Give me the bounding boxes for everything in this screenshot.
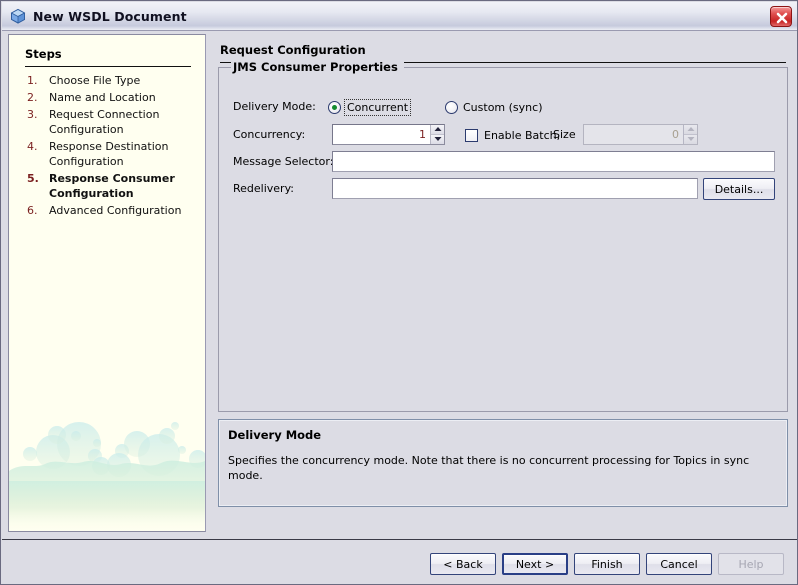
radio-concurrent-label: Concurrent xyxy=(343,98,412,116)
next-button[interactable]: Next > xyxy=(502,553,568,575)
redelivery-row: Redelivery: Details... xyxy=(219,178,787,200)
decorative-bubbles xyxy=(9,422,205,531)
sidebar-step-4[interactable]: 4. Response Destination Configuration xyxy=(23,139,203,169)
description-title: Delivery Mode xyxy=(228,428,322,442)
group-title: JMS Consumer Properties xyxy=(231,60,404,74)
back-button[interactable]: < Back xyxy=(430,553,496,575)
delivery-mode-row: Delivery Mode: Concurrent Custom (sync) xyxy=(219,96,787,118)
help-button: Help xyxy=(718,553,784,575)
description-panel: Delivery Mode Specifies the concurrency … xyxy=(218,419,788,507)
cancel-button[interactable]: Cancel xyxy=(646,553,712,575)
dialog-content: Steps 1. Choose File Type 2. Name and Lo… xyxy=(2,31,797,584)
sidebar-step-1[interactable]: 1. Choose File Type xyxy=(23,73,203,88)
finish-button[interactable]: Finish xyxy=(574,553,640,575)
delivery-mode-label: Delivery Mode: xyxy=(233,100,316,113)
stepper-down-icon xyxy=(684,134,697,144)
message-selector-row: Message Selector: xyxy=(219,151,787,173)
batch-size-label: Size xyxy=(553,128,576,141)
step-number: 1. xyxy=(27,74,38,87)
concurrency-value: 1 xyxy=(419,128,426,141)
jms-consumer-properties-group: JMS Consumer Properties Delivery Mode: C… xyxy=(218,60,788,412)
cube-icon xyxy=(10,8,26,24)
message-selector-input[interactable] xyxy=(332,151,775,172)
message-selector-label: Message Selector: xyxy=(233,155,334,168)
radio-concurrent[interactable]: Concurrent xyxy=(328,96,412,118)
enable-batch-label: Enable Batch, xyxy=(484,128,561,142)
steps-sidebar: Steps 1. Choose File Type 2. Name and Lo… xyxy=(8,34,206,532)
enable-batch-checkbox[interactable]: Enable Batch, xyxy=(465,124,560,146)
steps-list: 1. Choose File Type 2. Name and Location… xyxy=(23,73,203,220)
stepper-up-icon xyxy=(684,125,697,135)
details-button[interactable]: Details... xyxy=(703,178,775,200)
wizard-window: New WSDL Document Steps 1. Choose File T… xyxy=(0,0,798,585)
steps-header: Steps xyxy=(25,47,191,67)
radio-indicator xyxy=(328,100,341,114)
sidebar-step-2[interactable]: 2. Name and Location xyxy=(23,90,203,105)
sidebar-step-5[interactable]: 5. Response Consumer Configuration xyxy=(23,171,203,201)
close-icon[interactable] xyxy=(770,6,792,27)
step-label: Response Destination Configuration xyxy=(49,140,169,168)
step-number: 2. xyxy=(27,91,38,104)
stepper-buttons xyxy=(683,125,697,144)
sidebar-step-6[interactable]: 6. Advanced Configuration xyxy=(23,203,203,218)
button-bar: < Back Next > Finish Cancel Help xyxy=(2,540,797,584)
description-text: Specifies the concurrency mode. Note tha… xyxy=(228,454,750,482)
sidebar-step-3[interactable]: 3. Request Connection Configuration xyxy=(23,107,203,137)
radio-custom-sync-label: Custom (sync) xyxy=(463,100,543,114)
step-label: Response Consumer Configuration xyxy=(49,172,175,200)
step-number: 3. xyxy=(27,108,38,121)
radio-custom-sync[interactable]: Custom (sync) xyxy=(445,96,542,118)
batch-size-stepper: 0 xyxy=(583,124,698,145)
step-number: 6. xyxy=(27,204,38,217)
batch-size-value: 0 xyxy=(672,128,679,141)
title-bar: New WSDL Document xyxy=(2,2,797,31)
redelivery-label: Redelivery: xyxy=(233,182,294,195)
step-label: Advanced Configuration xyxy=(49,204,182,217)
stepper-down-icon[interactable] xyxy=(431,134,444,144)
stepper-buttons[interactable] xyxy=(430,125,444,144)
step-label: Choose File Type xyxy=(49,74,141,87)
radio-indicator xyxy=(445,100,458,114)
step-number: 5. xyxy=(27,172,39,185)
concurrency-row: Concurrency: 1 Enable Batch, Size 0 xyxy=(219,124,787,146)
step-label: Request Connection Configuration xyxy=(49,108,160,136)
stepper-up-icon[interactable] xyxy=(431,125,444,135)
checkbox-indicator xyxy=(465,128,478,142)
concurrency-label: Concurrency: xyxy=(233,128,306,141)
redelivery-input[interactable] xyxy=(332,178,698,199)
window-title: New WSDL Document xyxy=(33,8,187,24)
wizard-page: Request Configuration JMS Consumer Prope… xyxy=(212,34,792,532)
step-number: 4. xyxy=(27,140,38,153)
step-label: Name and Location xyxy=(49,91,156,104)
concurrency-stepper[interactable]: 1 xyxy=(332,124,445,145)
